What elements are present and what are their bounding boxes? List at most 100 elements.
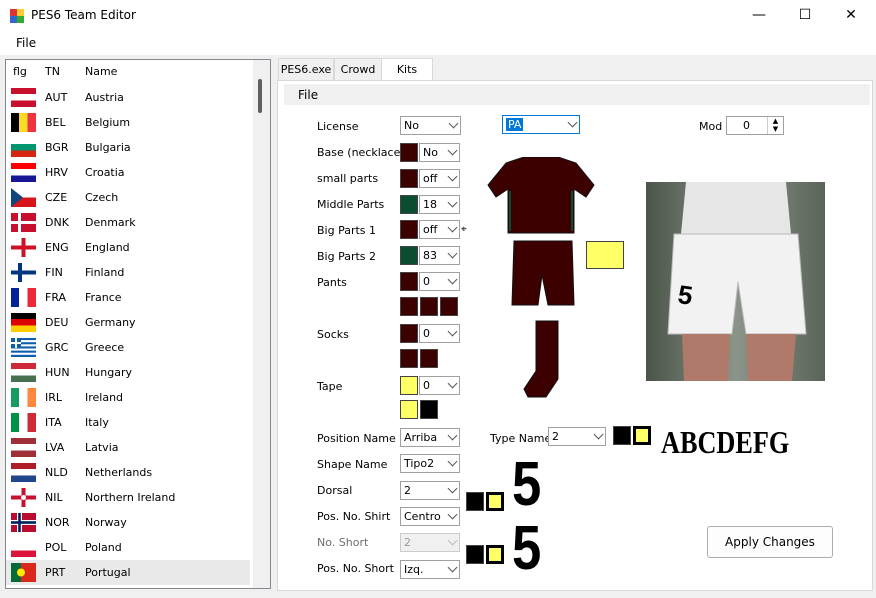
license-select[interactable]: No	[400, 116, 461, 135]
tab-pes6-exe[interactable]: PES6.exe	[278, 58, 334, 80]
pants-color-swatch-4[interactable]	[440, 297, 458, 316]
type-name-select[interactable]: 2	[548, 427, 606, 446]
minimize-button[interactable]: —	[736, 0, 782, 31]
position-name-select[interactable]: Arriba	[400, 428, 460, 447]
tape-color-swatch[interactable]	[400, 376, 418, 395]
list-row[interactable]: DEU Germany	[6, 310, 250, 335]
maximize-button[interactable]: ☐	[782, 0, 828, 31]
column-header-tn[interactable]: TN	[45, 60, 60, 84]
list-row[interactable]: AUT Austria	[6, 85, 250, 110]
close-button[interactable]: ✕	[828, 0, 874, 31]
list-row[interactable]: ITA Italy	[6, 410, 250, 435]
middle-parts-select[interactable]: 18	[419, 195, 460, 214]
small-parts-color-swatch[interactable]	[400, 169, 418, 188]
tape-color-swatch-2[interactable]	[400, 400, 418, 419]
list-row[interactable]: IRL Ireland	[6, 385, 250, 410]
list-row[interactable]: LVA Latvia	[6, 435, 250, 460]
list-row[interactable]: FIN Finland	[6, 260, 250, 285]
list-row[interactable]: PRT Portugal	[6, 560, 250, 585]
team-list[interactable]: flg TN Name AUT Austria BEL Belgium BGR …	[5, 59, 271, 589]
pants-select[interactable]: 0	[419, 272, 460, 291]
base-color-swatch[interactable]	[400, 143, 418, 162]
country-flag-icon	[11, 88, 36, 107]
team-code: AUT	[45, 91, 68, 104]
tab-kits[interactable]: Kits	[381, 58, 433, 81]
pos-no-short-select[interactable]: Izq.	[400, 560, 460, 579]
big-parts-2-color-swatch[interactable]	[400, 246, 418, 265]
column-header-flag[interactable]: flg	[13, 60, 27, 84]
socks-color-swatch-2[interactable]	[400, 349, 418, 368]
list-row[interactable]: NLD Netherlands	[6, 460, 250, 485]
pos-no-shirt-select[interactable]: Centro	[400, 507, 460, 526]
team-name: Italy	[85, 416, 109, 429]
list-row[interactable]: DNK Denmark	[6, 210, 250, 235]
tab-crowd[interactable]: Crowd	[334, 58, 382, 80]
short-number-outline-swatch[interactable]	[486, 545, 504, 564]
tape-color-swatch-3[interactable]	[420, 400, 438, 419]
list-scrollbar[interactable]	[253, 60, 270, 588]
short-number-color-swatch[interactable]	[466, 545, 484, 564]
pants-color-swatch[interactable]	[400, 272, 418, 291]
dorsal-select[interactable]: 2	[400, 481, 460, 500]
list-row[interactable]: BEL Belgium	[6, 110, 250, 135]
dorsal-label: Dorsal	[317, 484, 353, 497]
team-code: DNK	[45, 216, 69, 229]
pants-color-swatch-2[interactable]	[400, 297, 418, 316]
team-name: Czech	[85, 191, 119, 204]
list-row[interactable]: HUN Hungary	[6, 360, 250, 385]
kit-select[interactable]: PA	[502, 115, 580, 134]
column-header-name[interactable]: Name	[85, 60, 117, 84]
team-name: Denmark	[85, 216, 136, 229]
pants-label: Pants	[317, 276, 347, 289]
pos-no-short-label: Pos. No. Short	[317, 562, 394, 575]
kits-menu-file[interactable]: File	[298, 88, 318, 102]
model-stepper[interactable]: 0 ▲ ▼	[726, 116, 784, 135]
name-outline-swatch[interactable]	[633, 426, 651, 445]
small-parts-label: small parts	[317, 172, 379, 185]
dorsal-number-color-swatch[interactable]	[466, 492, 484, 511]
country-flag-icon	[11, 163, 36, 182]
team-name: France	[85, 291, 122, 304]
title-bar: PES6 Team Editor — ☐ ✕	[0, 0, 876, 31]
middle-parts-label: Middle Parts	[317, 198, 385, 211]
app-icon	[10, 9, 24, 23]
list-row[interactable]: CZE Czech	[6, 185, 250, 210]
list-row[interactable]: HRV Croatia	[6, 160, 250, 185]
big-parts-1-color-swatch[interactable]	[400, 220, 418, 239]
list-row[interactable]: NOR Norway	[6, 510, 250, 535]
pants-color-swatch-3[interactable]	[420, 297, 438, 316]
socks-select[interactable]: 0	[419, 324, 460, 343]
socks-color-swatch[interactable]	[400, 324, 418, 343]
sock-icon	[523, 320, 559, 398]
shape-name-select[interactable]: Tipo2	[400, 454, 460, 473]
socks-color-swatch-3[interactable]	[420, 349, 438, 368]
close-icon: ✕	[845, 7, 857, 23]
dorsal-number-outline-swatch[interactable]	[486, 492, 504, 511]
team-name: Austria	[85, 91, 124, 104]
big-parts-2-select[interactable]: 83	[419, 246, 460, 265]
list-row[interactable]: ENG England	[6, 235, 250, 260]
list-row[interactable]: POL Poland	[6, 535, 250, 560]
list-row[interactable]: NIL Northern Ireland	[6, 485, 250, 510]
middle-parts-color-swatch[interactable]	[400, 195, 418, 214]
menu-file[interactable]: File	[16, 36, 36, 50]
big-parts-1-select[interactable]: off	[419, 220, 460, 239]
cursor-icon: ⌖	[461, 224, 467, 235]
scrollbar-thumb[interactable]	[258, 79, 262, 113]
base-select[interactable]: No	[419, 143, 460, 162]
team-name: Germany	[85, 316, 136, 329]
apply-changes-button[interactable]: Apply Changes	[707, 526, 833, 558]
team-name: Norway	[85, 516, 127, 529]
country-flag-icon	[11, 213, 36, 232]
country-flag-icon	[11, 513, 36, 532]
name-color-swatch[interactable]	[613, 426, 631, 445]
small-parts-select[interactable]: off	[419, 169, 460, 188]
list-row[interactable]: GRC Greece	[6, 335, 250, 360]
tape-select[interactable]: 0	[419, 376, 460, 395]
maximize-icon: ☐	[798, 7, 812, 23]
spin-arrows-icon[interactable]: ▲ ▼	[767, 117, 783, 134]
list-row[interactable]: BGR Bulgaria	[6, 135, 250, 160]
country-flag-icon	[11, 413, 36, 432]
team-code: CZE	[45, 191, 68, 204]
list-row[interactable]: FRA France	[6, 285, 250, 310]
